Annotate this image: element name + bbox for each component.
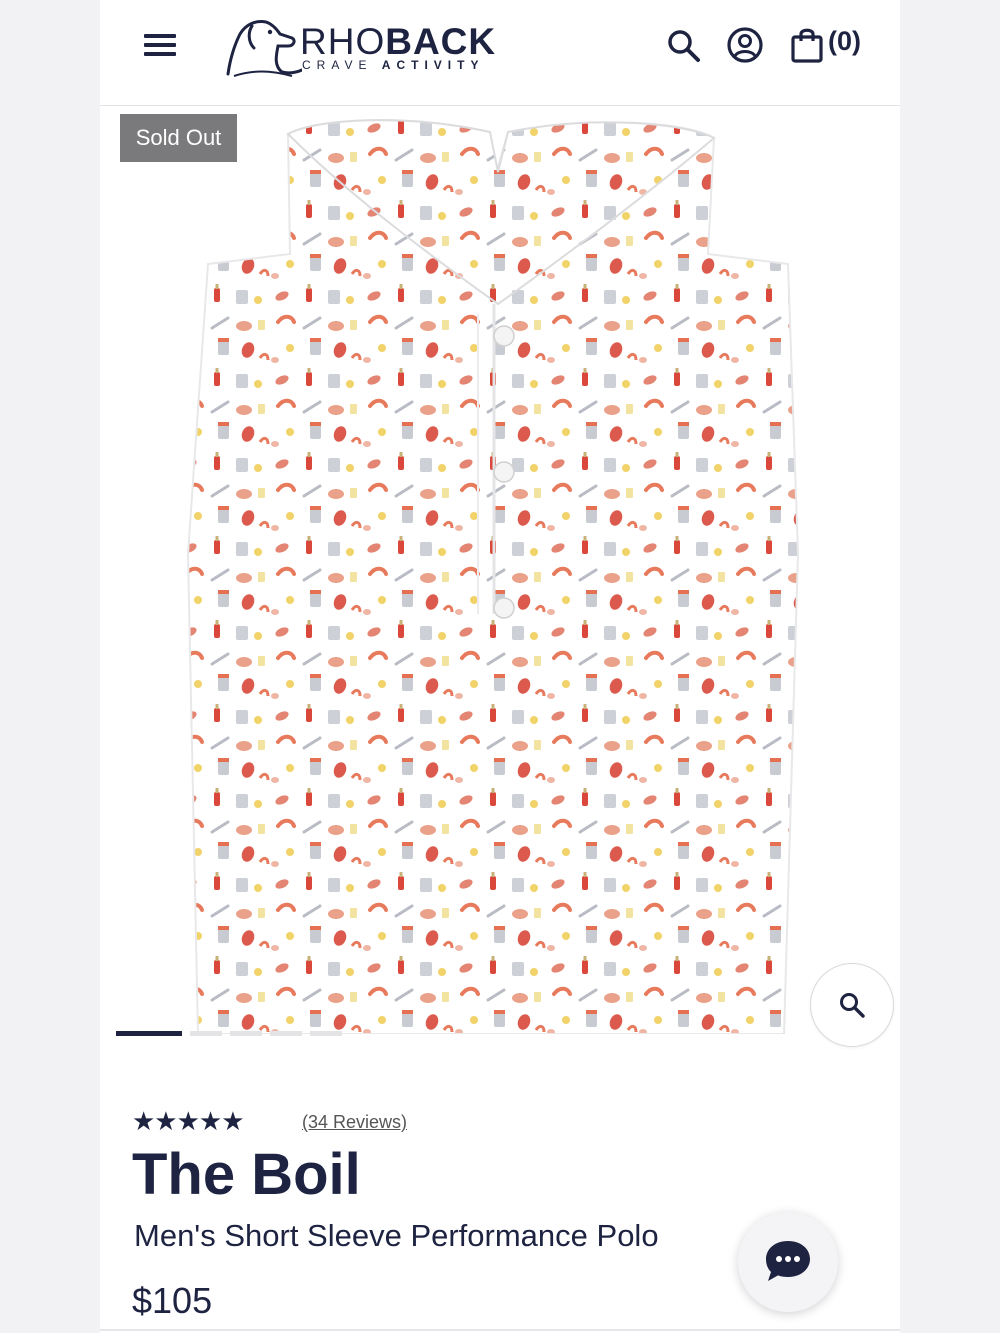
gallery-dot-1[interactable] (116, 1031, 182, 1036)
dog-logo-icon (226, 20, 302, 77)
product-subtitle: Men's Short Sleeve Performance Polo (134, 1218, 659, 1253)
logo-wordmark: RHOBACK (300, 21, 497, 62)
product-image[interactable] (178, 114, 818, 1034)
menu-icon[interactable] (144, 32, 178, 58)
sold-out-badge: Sold Out (120, 114, 237, 162)
gallery-dot-2[interactable] (190, 1031, 222, 1036)
product-price: $105 (132, 1280, 213, 1321)
reviews-link[interactable]: (34 Reviews) (302, 1112, 407, 1133)
chat-bubble-icon (766, 1241, 810, 1281)
site-header: RHOBACK CRAVE ACTIVITY (0) (100, 0, 900, 106)
magnifier-icon (840, 993, 865, 1018)
bag-icon[interactable] (790, 26, 824, 64)
chat-button[interactable] (738, 1212, 838, 1312)
search-icon[interactable] (666, 28, 702, 64)
product-gallery[interactable]: Sold Out (100, 106, 900, 1047)
divider (100, 1329, 900, 1331)
gallery-dot-5[interactable] (310, 1031, 342, 1036)
rating-stars: ★★★★★ (132, 1106, 245, 1136)
cart-count[interactable]: (0) (828, 26, 861, 57)
logo-tagline: CRAVE ACTIVITY (302, 58, 485, 72)
gallery-dot-3[interactable] (230, 1031, 262, 1036)
product-page: RHOBACK CRAVE ACTIVITY (0) Sold Out ★★★★… (100, 0, 900, 1333)
zoom-button[interactable] (810, 963, 894, 1047)
account-icon[interactable] (726, 26, 764, 64)
product-title: The Boil (132, 1142, 361, 1207)
gallery-dot-4[interactable] (270, 1031, 302, 1036)
rhoback-logo[interactable]: RHOBACK CRAVE ACTIVITY (222, 16, 495, 80)
